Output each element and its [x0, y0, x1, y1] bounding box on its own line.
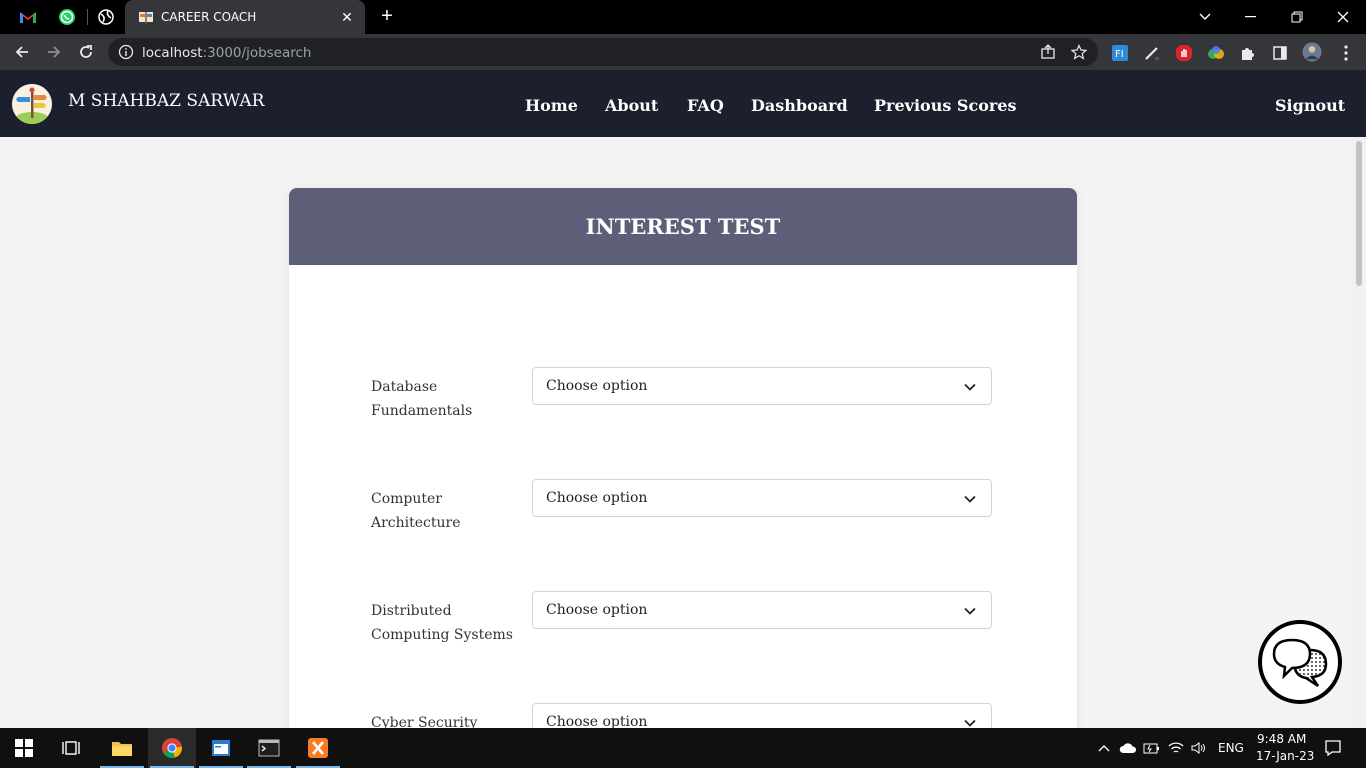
question-label: Cyber Security: [371, 715, 478, 728]
chat-bubbles-icon: [1272, 638, 1328, 688]
chevron-down-icon: [964, 607, 976, 615]
nav-home-link[interactable]: Home: [525, 96, 578, 115]
taskbar-file-explorer[interactable]: [98, 728, 146, 768]
select-value: Choose option: [546, 714, 648, 728]
taskbar-xampp[interactable]: [294, 728, 342, 768]
wifi-icon[interactable]: [1166, 738, 1186, 758]
nav-faq-link[interactable]: FAQ: [687, 96, 724, 115]
minimize-icon[interactable]: [1239, 5, 1263, 29]
brand-name[interactable]: M SHAHBAZ SARWAR: [68, 91, 264, 111]
select-value: Choose option: [546, 490, 648, 506]
reload-icon[interactable]: [74, 40, 98, 64]
pen-extension-icon[interactable]: [1142, 43, 1162, 63]
whatsapp-icon: [59, 9, 75, 25]
task-view-button[interactable]: [48, 728, 96, 768]
card-title: INTEREST TEST: [585, 214, 781, 239]
terminal-icon: [258, 739, 280, 757]
nav-about-link[interactable]: About: [605, 96, 658, 115]
question-label: Computer Architecture: [371, 491, 461, 531]
nav-dashboard-link[interactable]: Dashboard: [751, 96, 848, 115]
task-view-icon: [62, 741, 80, 755]
volume-icon[interactable]: [1189, 738, 1209, 758]
chevron-down-icon: [964, 719, 976, 727]
card-header: INTEREST TEST: [289, 188, 1077, 265]
career-coach-favicon-icon: [139, 12, 153, 24]
chrome-menu-icon[interactable]: [1336, 43, 1356, 63]
select-value: Choose option: [546, 602, 648, 618]
app-navbar: M SHAHBAZ SARWAR Home About FAQ Dashboar…: [0, 70, 1366, 137]
close-window-icon[interactable]: [1331, 5, 1355, 29]
url-host: localhost: [142, 45, 203, 61]
new-tab-button[interactable]: +: [377, 6, 397, 27]
tab-search-icon[interactable]: [1193, 5, 1217, 29]
active-tab[interactable]: CAREER COACH ✕: [125, 0, 365, 34]
question-label: Distributed Computing Systems: [371, 603, 513, 643]
tab-close-icon[interactable]: ✕: [337, 7, 357, 27]
clock-time[interactable]: 9:48 AM: [1257, 732, 1306, 746]
back-icon[interactable]: [10, 40, 34, 64]
select-value: Choose option: [546, 378, 648, 394]
fi-extension-icon[interactable]: FI: [1110, 43, 1130, 63]
option-select[interactable]: Choose option: [532, 591, 992, 629]
scrollbar-thumb[interactable]: [1356, 141, 1362, 286]
career-coach-logo[interactable]: [12, 84, 52, 124]
battery-icon[interactable]: [1142, 738, 1162, 758]
nav-previous-scores-link[interactable]: Previous Scores: [874, 96, 1016, 115]
chrome-icon: [162, 738, 182, 758]
question-label: Database Fundamentals: [371, 379, 473, 419]
interest-test-card: INTEREST TEST Database Fundamentals Choo…: [289, 188, 1077, 728]
gmail-icon: [20, 12, 36, 23]
page-scrollbar[interactable]: [1352, 137, 1366, 728]
tray-overflow-chevron-icon[interactable]: [1094, 738, 1114, 758]
restore-icon[interactable]: [1285, 5, 1309, 29]
app-window-icon: [212, 740, 230, 756]
xampp-icon: [308, 738, 328, 758]
site-info-icon[interactable]: [118, 44, 134, 60]
chevron-down-icon: [964, 495, 976, 503]
option-select[interactable]: Choose option: [532, 703, 992, 728]
profile-avatar[interactable]: [1302, 42, 1322, 62]
tab-title: CAREER COACH: [161, 10, 257, 24]
browser-toolbar: localhost:3000/jobsearch FI: [0, 34, 1366, 70]
clock-date[interactable]: 17-Jan-23: [1256, 749, 1314, 763]
chevron-down-icon: [964, 383, 976, 391]
side-panel-icon[interactable]: [1270, 43, 1290, 63]
extensions-puzzle-icon[interactable]: [1238, 43, 1258, 63]
windows-taskbar: ENG 9:48 AM 17-Jan-23: [0, 728, 1366, 768]
chat-button[interactable]: [1258, 620, 1342, 704]
share-icon[interactable]: [1039, 43, 1057, 61]
folder-icon: [112, 742, 132, 756]
start-button[interactable]: [0, 728, 48, 768]
taskbar-terminal[interactable]: [245, 728, 293, 768]
onedrive-cloud-icon[interactable]: [1118, 738, 1138, 758]
bookmark-star-icon[interactable]: [1070, 43, 1088, 61]
signpost-logo-icon: [12, 84, 52, 124]
browser-tab-strip: CAREER COACH ✕ +: [0, 0, 1366, 34]
whatsapp-pinned-tab[interactable]: [57, 7, 77, 27]
globe-icon: [98, 9, 114, 25]
input-language[interactable]: ENG: [1218, 741, 1244, 755]
url-path: :3000/jobsearch: [202, 45, 312, 61]
globe-pinned-tab[interactable]: [96, 7, 116, 27]
notifications-icon[interactable]: [1323, 738, 1343, 758]
windows-logo-icon: [15, 739, 33, 757]
nav-signout-link[interactable]: Signout: [1275, 96, 1345, 115]
url-text: localhost:3000/jobsearch: [142, 45, 312, 61]
forward-icon[interactable]: [42, 40, 66, 64]
gmail-pinned-tab[interactable]: [18, 7, 38, 27]
tab-separator: [87, 9, 88, 25]
taskbar-chrome[interactable]: [148, 728, 196, 768]
option-select[interactable]: Choose option: [532, 367, 992, 405]
page-viewport: M SHAHBAZ SARWAR Home About FAQ Dashboar…: [0, 70, 1366, 728]
address-bar[interactable]: localhost:3000/jobsearch: [108, 38, 1098, 66]
fi-extension-label: FI: [1115, 49, 1124, 60]
adblock-extension-icon[interactable]: [1174, 43, 1194, 63]
taskbar-app-window[interactable]: [197, 728, 245, 768]
option-select[interactable]: Choose option: [532, 479, 992, 517]
color-picker-extension-icon[interactable]: [1206, 43, 1226, 63]
